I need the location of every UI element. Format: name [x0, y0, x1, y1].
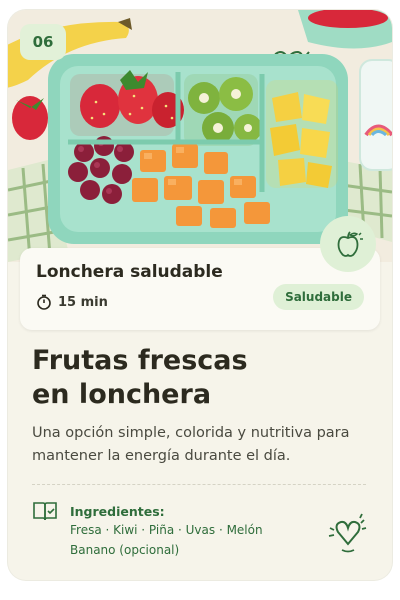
heading-line-1: Frutas frescas — [32, 345, 248, 376]
healthy-tag: Saludable — [273, 284, 364, 310]
recipe-card[interactable]: 06 Lonchera saludable 15 min Saludable F… — [8, 10, 392, 580]
info-title: Lonchera saludable — [36, 262, 223, 282]
prep-time: 15 min — [36, 294, 108, 310]
ingredients-line-1: Fresa · Kiwi · Piña · Uvas · Melón — [70, 523, 263, 537]
book-icon — [33, 502, 57, 521]
heading-line-2: en lonchera — [32, 379, 212, 410]
recipe-description: Una opción simple, colorida y nutritiva … — [32, 425, 350, 464]
timer-icon — [37, 294, 51, 310]
ingredients-title: Ingredientes: — [70, 504, 165, 519]
recipe-heading: Frutas frescas en lonchera — [32, 344, 372, 412]
card-number-badge: 06 — [20, 24, 66, 60]
heart-doodle-icon — [328, 513, 367, 553]
ingredients-line-2: Banano (opcional) — [70, 543, 180, 557]
section-divider — [32, 484, 366, 485]
apple-icon — [337, 231, 363, 257]
prep-time-text: 15 min — [58, 294, 108, 310]
apple-badge — [320, 216, 376, 272]
